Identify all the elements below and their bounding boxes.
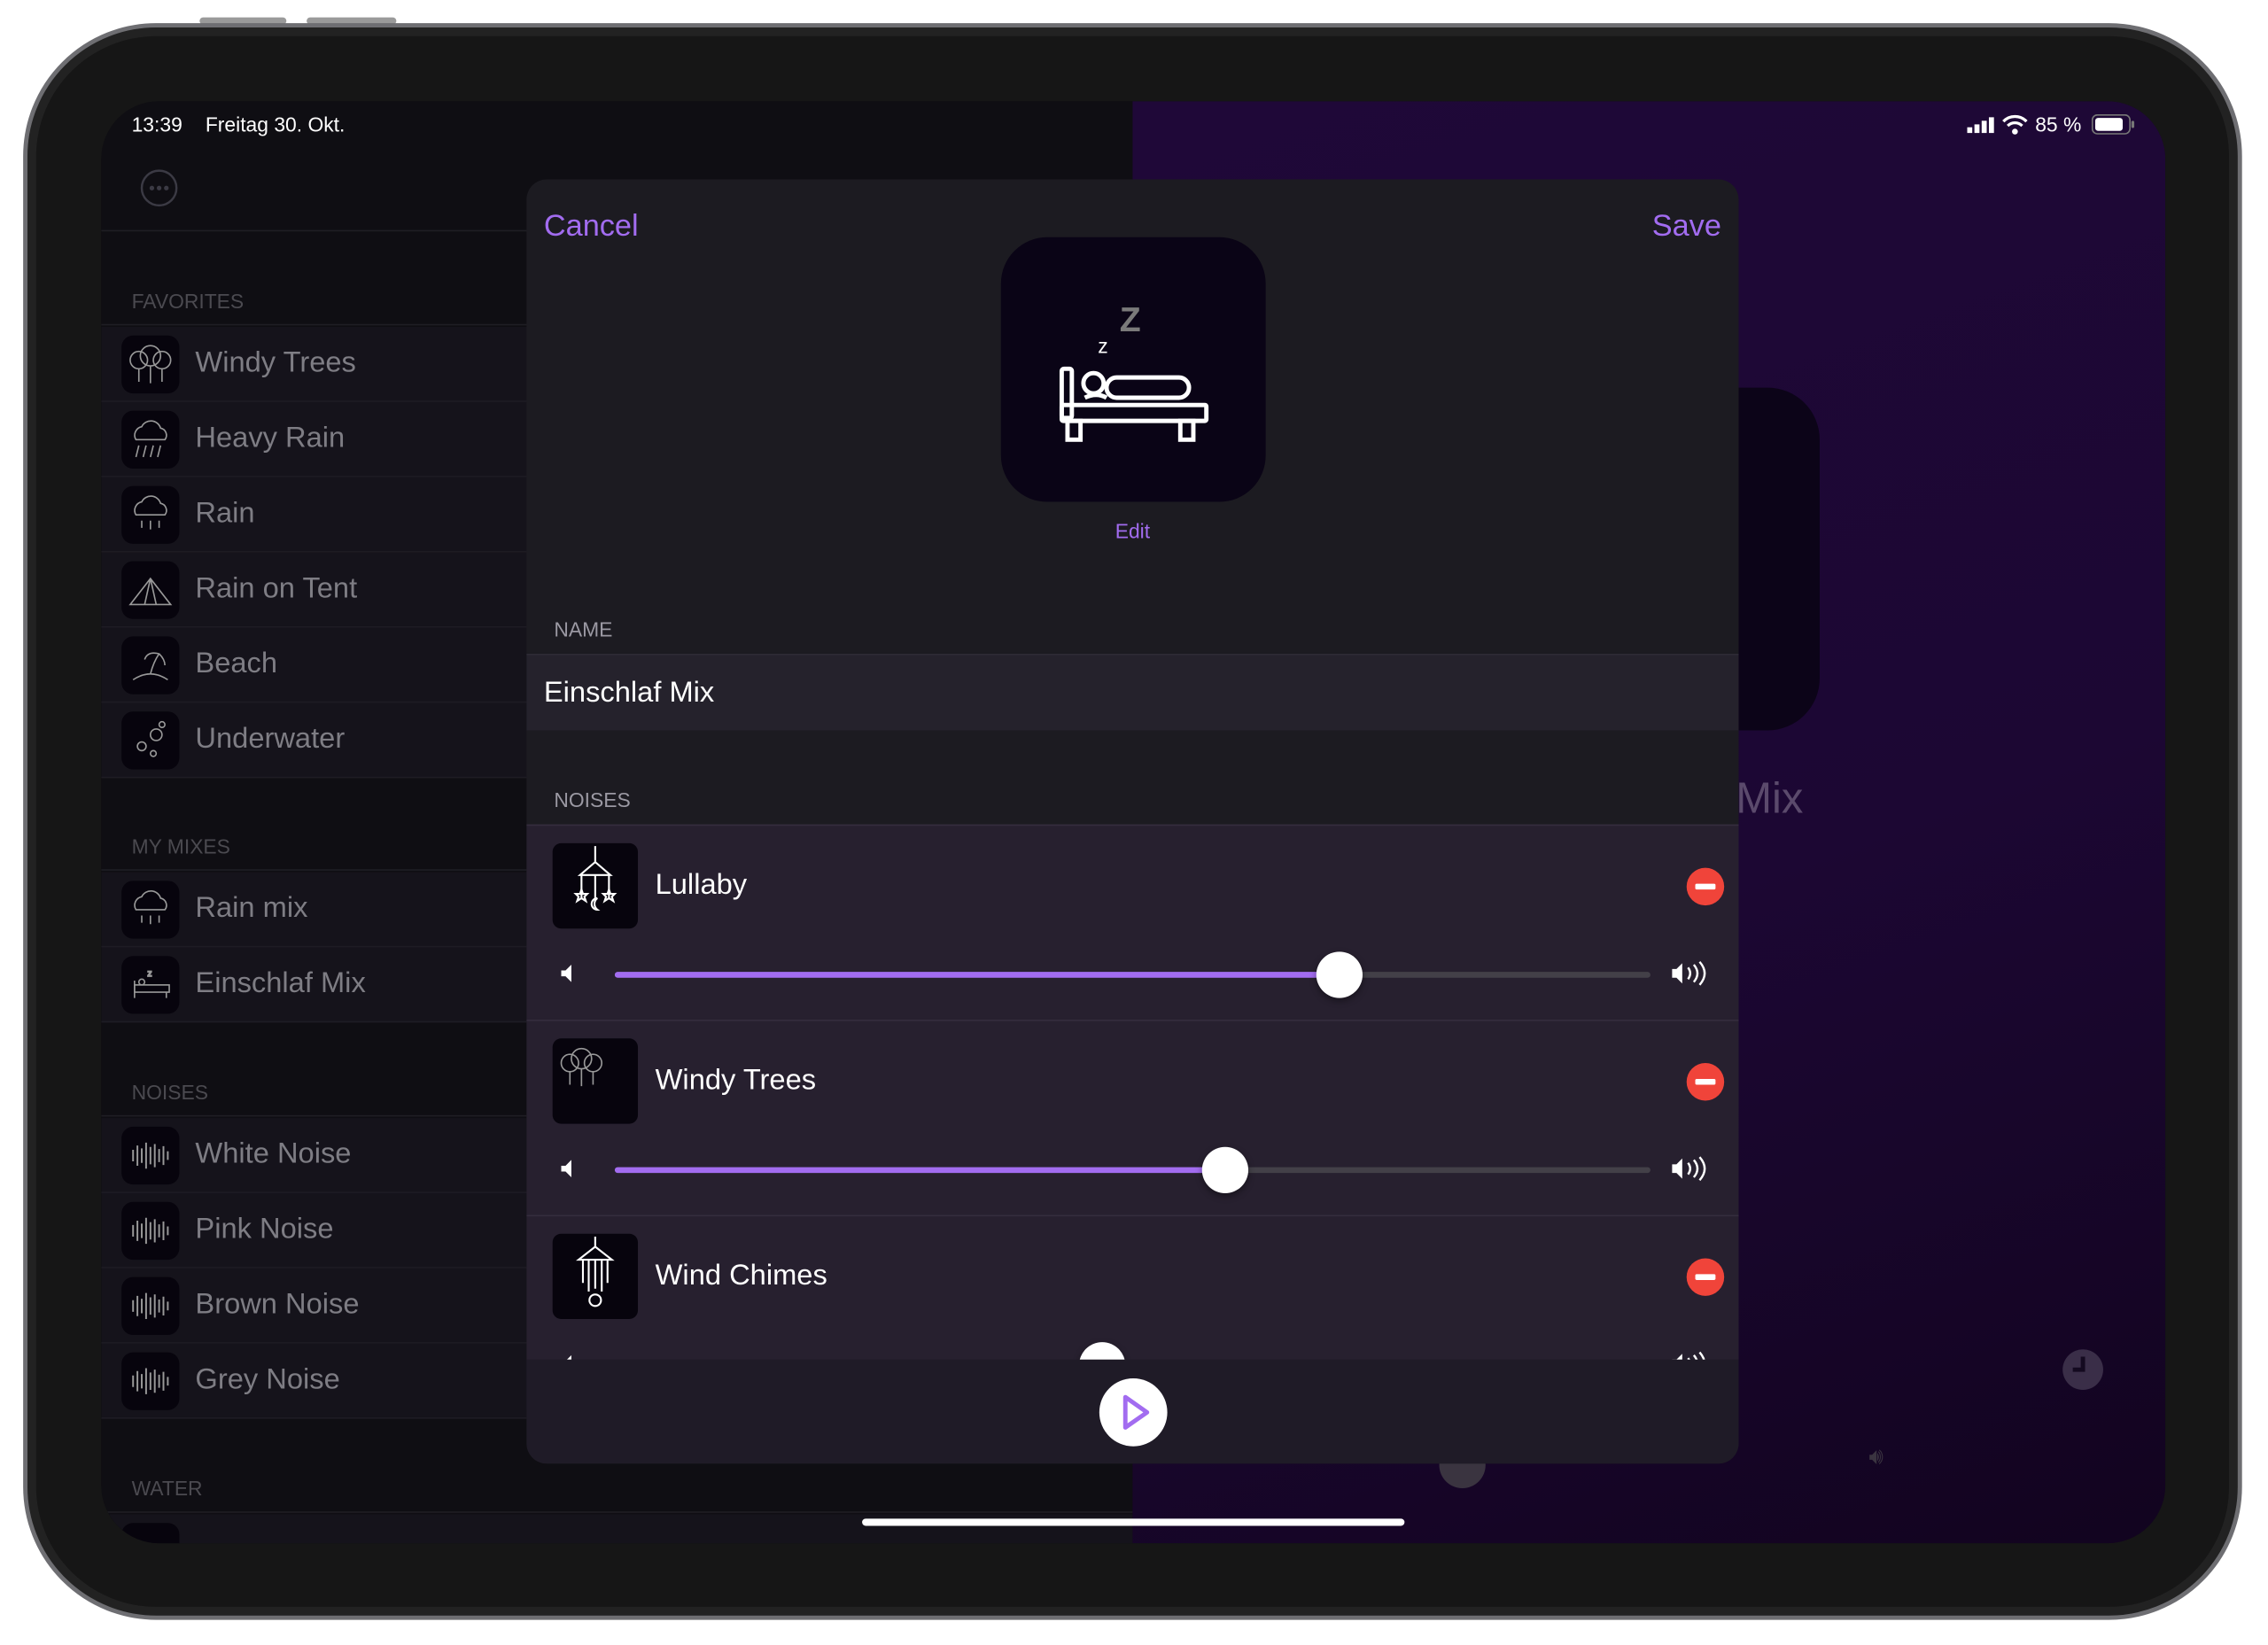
timer-icon[interactable] <box>2062 1348 2105 1392</box>
bottom-bar <box>526 1359 1739 1464</box>
name-section-label: NAME <box>554 617 613 641</box>
battery-percent: 85 % <box>2035 113 2082 136</box>
sidebar-item-label: Rain on Tent <box>195 572 358 605</box>
sidebar-item-label: Pink Noise <box>195 1213 334 1245</box>
wifi-icon <box>2002 114 2028 135</box>
section-header: NOISES <box>131 1080 208 1104</box>
remove-noise-button[interactable] <box>1686 1063 1725 1101</box>
waveform-icon <box>132 1368 169 1394</box>
play-icon <box>1122 1394 1150 1430</box>
noise-name: Lullaby <box>655 869 748 902</box>
edit-mix-sheet: Cancel Save Z z Edit NAME Einschlaf Mix … <box>526 179 1739 1464</box>
name-field[interactable]: Einschlaf Mix <box>526 653 1739 731</box>
cellular-signal-icon <box>1967 117 1994 134</box>
ellipsis-circle-icon[interactable] <box>140 169 178 207</box>
trees-icon <box>560 1047 603 1087</box>
tent-icon <box>128 577 173 606</box>
edit-artwork-button[interactable]: Edit <box>526 519 1738 542</box>
noise-row: Windy Trees <box>526 1020 1739 1215</box>
speaker-quiet-icon <box>561 1160 571 1178</box>
screen: FAVORITES Windy Trees Heavy Rain Rain Ra… <box>101 101 2166 1544</box>
waveform-icon <box>132 1142 169 1169</box>
bubbles-icon <box>136 720 166 757</box>
detail-title: Mix <box>1736 775 1804 824</box>
noise-name: Windy Trees <box>655 1064 817 1097</box>
svg-text:Z: Z <box>1120 301 1141 339</box>
waveform-icon <box>132 1292 169 1320</box>
rain-icon <box>134 495 167 530</box>
remove-noise-button[interactable] <box>1686 867 1725 906</box>
sidebar-item-label: Brown Noise <box>195 1288 360 1321</box>
mix-artwork[interactable]: Z z <box>1000 237 1266 502</box>
noise-name: Wind Chimes <box>655 1260 827 1292</box>
status-date: Freitag 30. Okt. <box>205 113 346 136</box>
trees-icon <box>129 345 172 384</box>
speaker-loud-icon <box>1672 960 1706 986</box>
section-header: WATER <box>131 1476 203 1501</box>
sidebar-item-label: White Noise <box>195 1137 352 1170</box>
sidebar-item-label: Einschlaf Mix <box>195 967 366 1000</box>
cancel-button[interactable]: Cancel <box>544 210 639 244</box>
heavy-rain-icon <box>134 420 167 458</box>
sidebar-item-label: Grey Noise <box>195 1363 340 1396</box>
svg-text:z: z <box>1098 334 1107 357</box>
noises-section-label: NOISES <box>554 788 631 811</box>
sidebar-item-label: Windy Trees <box>195 346 356 379</box>
bed-icon: z <box>134 968 170 998</box>
section-header: FAVORITES <box>131 289 245 313</box>
volume-slider[interactable] <box>614 951 1651 998</box>
battery-icon <box>2091 113 2135 135</box>
wind-chimes-icon <box>576 1236 615 1307</box>
waveform-icon <box>132 1217 169 1245</box>
volume-fill <box>614 972 1340 978</box>
sleeping-bed-icon: Z z <box>1059 301 1209 442</box>
status-time: 13:39 <box>131 113 183 136</box>
sidebar-item-label: Heavy Rain <box>195 422 346 454</box>
sidebar-item-label: Underwater <box>195 723 346 756</box>
save-button[interactable]: Save <box>1652 210 1721 244</box>
beach-icon <box>132 652 168 681</box>
sidebar-item-label: Rain mix <box>195 892 308 925</box>
play-button[interactable] <box>1099 1377 1168 1447</box>
volume-thumb[interactable] <box>1202 1146 1249 1193</box>
speaker-quiet-icon <box>561 965 571 982</box>
volume-slider[interactable] <box>614 1146 1651 1193</box>
speaker-loud-icon: 🔊︎ <box>1868 1445 1884 1470</box>
speaker-loud-icon <box>1672 1156 1706 1182</box>
rain-icon <box>134 890 167 925</box>
volume-thumb[interactable] <box>1317 951 1363 998</box>
noise-row: Lullaby <box>526 824 1739 1020</box>
svg-text:z: z <box>148 969 152 979</box>
baby-mobile-icon <box>573 846 617 912</box>
remove-noise-button[interactable] <box>1686 1258 1725 1296</box>
volume-fill <box>614 1167 1226 1174</box>
name-value[interactable]: Einschlaf Mix <box>544 677 714 710</box>
home-indicator[interactable] <box>862 1518 1405 1526</box>
section-header: MY MIXES <box>131 834 230 858</box>
divider <box>101 1511 1133 1513</box>
sidebar-item-label: Beach <box>195 648 278 680</box>
sidebar-item-label: Rain <box>195 497 255 530</box>
